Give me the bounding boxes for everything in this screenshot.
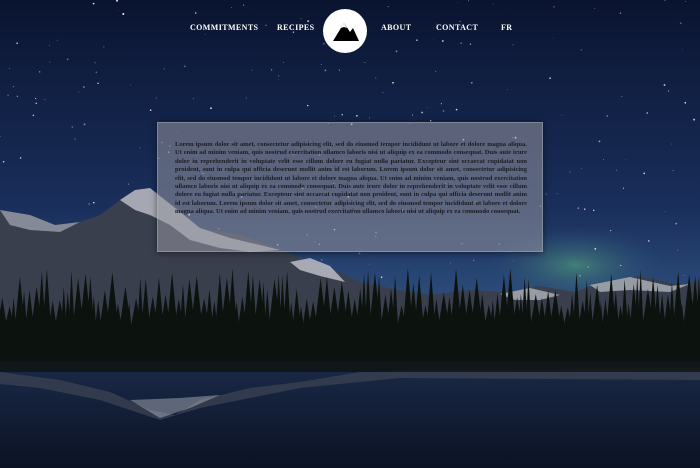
mountain-icon bbox=[333, 23, 359, 41]
top-navigation: COMMITMENTS RECIPES ABOUT CONTACT FR bbox=[0, 0, 700, 60]
home-logo-button[interactable] bbox=[323, 9, 367, 53]
language-toggle-fr[interactable]: FR bbox=[501, 23, 512, 32]
nav-commitments-link[interactable]: COMMITMENTS bbox=[190, 23, 258, 32]
nav-contact-link[interactable]: CONTACT bbox=[436, 23, 478, 32]
lorem-paragraph: Lorem ipsum dolor sit amet, consectetur … bbox=[175, 141, 527, 216]
nav-about-link[interactable]: ABOUT bbox=[381, 23, 411, 32]
nav-recipes-link[interactable]: RECIPES bbox=[277, 23, 314, 32]
content-panel: Lorem ipsum dolor sit amet, consectetur … bbox=[157, 122, 543, 252]
